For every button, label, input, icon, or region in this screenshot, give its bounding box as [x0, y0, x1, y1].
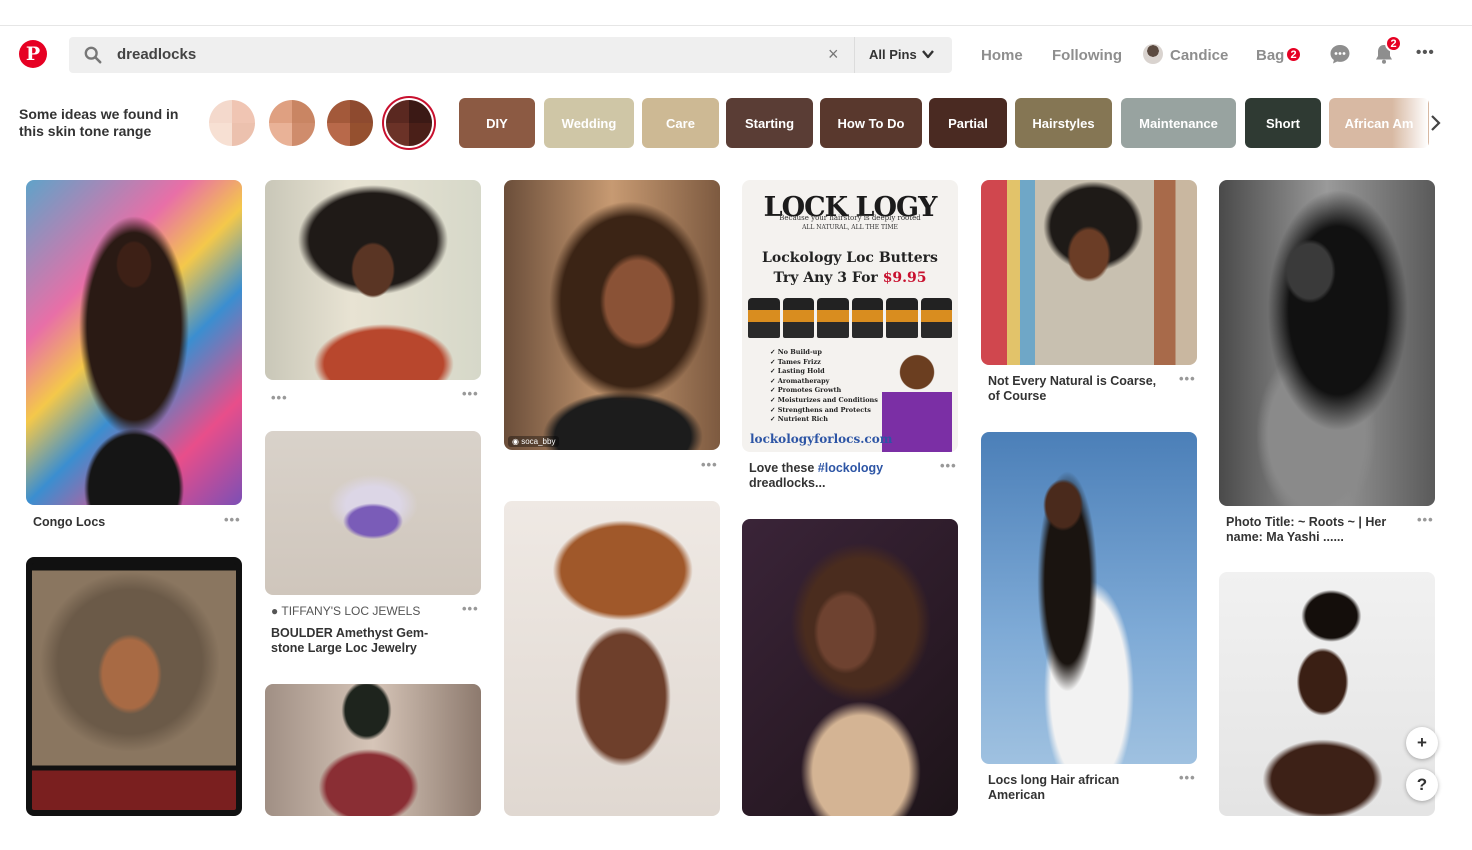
pinterest-logo-icon[interactable]: P: [19, 40, 47, 68]
nav-profile[interactable]: Candice: [1170, 47, 1228, 64]
skin-tone-light[interactable]: [209, 100, 255, 146]
pin-ad-lockology[interactable]: LOCK LOGY Because your hairstory is deep…: [742, 180, 958, 452]
pin-credit-label: soca_bby: [521, 437, 556, 446]
pin-image-headwrap[interactable]: [265, 684, 481, 816]
pin-title-line1: Not Every Natural is Coarse,: [988, 374, 1157, 388]
chevron-right-icon[interactable]: [1427, 113, 1443, 133]
pin-title-line2: of Course: [988, 389, 1047, 403]
search-bar[interactable]: dreadlocks × All Pins: [69, 37, 952, 73]
pin-title[interactable]: Congo Locs: [33, 515, 105, 530]
pin-more-icon[interactable]: •••: [224, 512, 241, 527]
pin-image-sunglasses-locs[interactable]: [504, 180, 720, 450]
pin-title-line2: dreadlocks...: [749, 476, 826, 490]
pin-image-long-locs-sky[interactable]: [981, 432, 1197, 764]
pin-credit: ◉ soca_bby: [508, 436, 560, 447]
search-icon: [84, 46, 102, 64]
pin-more-icon[interactable]: •••: [462, 386, 479, 401]
top-header: P dreadlocks × All Pins Home Following C…: [0, 26, 1472, 86]
skin-tone-dark[interactable]: [386, 100, 432, 146]
pin-more-icon[interactable]: •••: [1179, 770, 1196, 785]
messages-icon[interactable]: [1329, 43, 1351, 65]
ad-feature-item: ✓ Tames Frizz: [770, 357, 821, 366]
nav-home[interactable]: Home: [981, 47, 1023, 64]
pin-image-golden-jewelry[interactable]: [742, 519, 958, 816]
pin-title-line2: American: [988, 788, 1045, 802]
chip-maintenance[interactable]: Maintenance: [1121, 98, 1236, 148]
pin-more-icon[interactable]: •••: [1179, 371, 1196, 386]
ad-feature-item: ✓ Strengthens and Protects: [770, 405, 871, 414]
chip-wedding[interactable]: Wedding: [544, 98, 634, 148]
ad-model-image: [882, 348, 952, 452]
ad-tagline-2: ALL NATURAL, ALL THE TIME: [802, 224, 898, 231]
chevron-down-icon[interactable]: [921, 47, 935, 61]
pin-more-icon[interactable]: •••: [1417, 512, 1434, 527]
chip-hairstyles[interactable]: Hairstyles: [1015, 98, 1112, 148]
add-pin-button[interactable]: +: [1406, 727, 1438, 759]
pin-more-icon[interactable]: •••: [940, 458, 957, 473]
ad-url: lockologyforlocs.com: [750, 432, 893, 446]
pin-more-icon[interactable]: •••: [701, 457, 718, 472]
ad-feature-item: ✓ No Build-up: [770, 348, 822, 356]
pin-source[interactable]: ● TIFFANY'S LOC JEWELS: [271, 604, 420, 618]
pin-more-icon[interactable]: •••: [462, 601, 479, 616]
notifications-count-badge: 2: [1385, 35, 1402, 52]
pin-title-line1: BOULDER Amethyst Gem-: [271, 626, 429, 640]
pin-source-label: TIFFANY'S LOC JEWELS: [281, 604, 421, 618]
chip-care[interactable]: Care: [642, 98, 719, 148]
pin-image-congo-locs[interactable]: [26, 180, 242, 505]
ad-feature-item: ✓ Nutrient Rich: [770, 415, 828, 424]
ad-feature-item: ✓ Moisturizes and Conditions: [770, 396, 878, 404]
ad-headline: Lockology Loc Butters: [762, 250, 938, 266]
pin-image-amethyst-jewelry[interactable]: [265, 431, 481, 595]
ideas-label-line2: this skin tone range: [19, 123, 152, 139]
pin-title[interactable]: BOULDER Amethyst Gem- stone Large Loc Je…: [271, 626, 428, 656]
pin-title-line1: Love these #lockology: [749, 461, 883, 476]
ad-feature-item: ✓ Lasting Hold: [770, 367, 825, 376]
clear-search-icon[interactable]: ×: [828, 44, 839, 65]
pin-title-line2: name: Ma Yashi ......: [1226, 530, 1344, 544]
pin-title[interactable]: Locs long Hair african American: [988, 773, 1119, 803]
pin-image-smiling-locs[interactable]: [981, 180, 1197, 365]
ad-product-jars: [748, 298, 952, 338]
pin-image-copper-updo[interactable]: [504, 501, 720, 816]
pin-title-line1: Photo Title: ~ Roots ~ | Her: [1226, 515, 1387, 529]
chips-fade-overlay: [1392, 96, 1428, 150]
ideas-label-line1: Some ideas we found in: [19, 106, 179, 122]
ad-feature-item: ✓ Aromatherapy: [770, 376, 830, 385]
chip-short[interactable]: Short: [1245, 98, 1321, 148]
pin-title-prefix: Love these: [749, 461, 818, 475]
ad-tagline: Because your hairstory is deeply rooted: [779, 214, 921, 222]
pin-hashtag[interactable]: #lockology: [818, 461, 883, 475]
skin-tone-medium-dark[interactable]: [327, 100, 373, 146]
pin-image-wild-locs[interactable]: [265, 180, 481, 380]
chip-partial[interactable]: Partial: [929, 98, 1007, 148]
pin-image-updo-necklace[interactable]: [1219, 572, 1435, 816]
search-input[interactable]: dreadlocks: [117, 46, 196, 63]
pin-title[interactable]: Photo Title: ~ Roots ~ | Her name: Ma Ya…: [1226, 515, 1386, 545]
pin-title[interactable]: Not Every Natural is Coarse, of Course: [988, 374, 1156, 404]
pin-title[interactable]: Love these #lockology dreadlocks...: [749, 461, 883, 491]
chip-starting[interactable]: Starting: [726, 98, 813, 148]
pin-image-locs-portrait[interactable]: [26, 557, 242, 816]
chip-how-to-do[interactable]: How To Do: [820, 98, 922, 148]
ad-offer-text: Try Any 3 For: [773, 270, 883, 286]
avatar[interactable]: [1143, 44, 1163, 64]
pin-title-line1: Locs long Hair african: [988, 773, 1120, 787]
search-scope-dropdown[interactable]: All Pins: [869, 47, 917, 62]
pin-description-ellipsis: •••: [271, 390, 288, 405]
nav-bag[interactable]: Bag: [1256, 47, 1284, 64]
ad-price: $9.95: [882, 270, 927, 286]
pin-image-roots-bw[interactable]: [1219, 180, 1435, 506]
help-button[interactable]: ?: [1406, 769, 1438, 801]
skin-tone-medium-light[interactable]: [269, 100, 315, 146]
nav-following[interactable]: Following: [1052, 47, 1122, 64]
chip-diy[interactable]: DIY: [459, 98, 535, 148]
bag-count-badge: 2: [1285, 46, 1302, 63]
pin-title-line2: stone Large Loc Jewelry: [271, 641, 417, 655]
skin-tone-ideas-label: Some ideas we found in this skin tone ra…: [19, 106, 194, 140]
ad-feature-item: ✓ Promotes Growth: [770, 386, 842, 395]
search-divider: [854, 37, 855, 73]
more-options-icon[interactable]: •••: [1416, 44, 1435, 61]
ad-offer: Try Any 3 For $9.95: [750, 270, 950, 286]
